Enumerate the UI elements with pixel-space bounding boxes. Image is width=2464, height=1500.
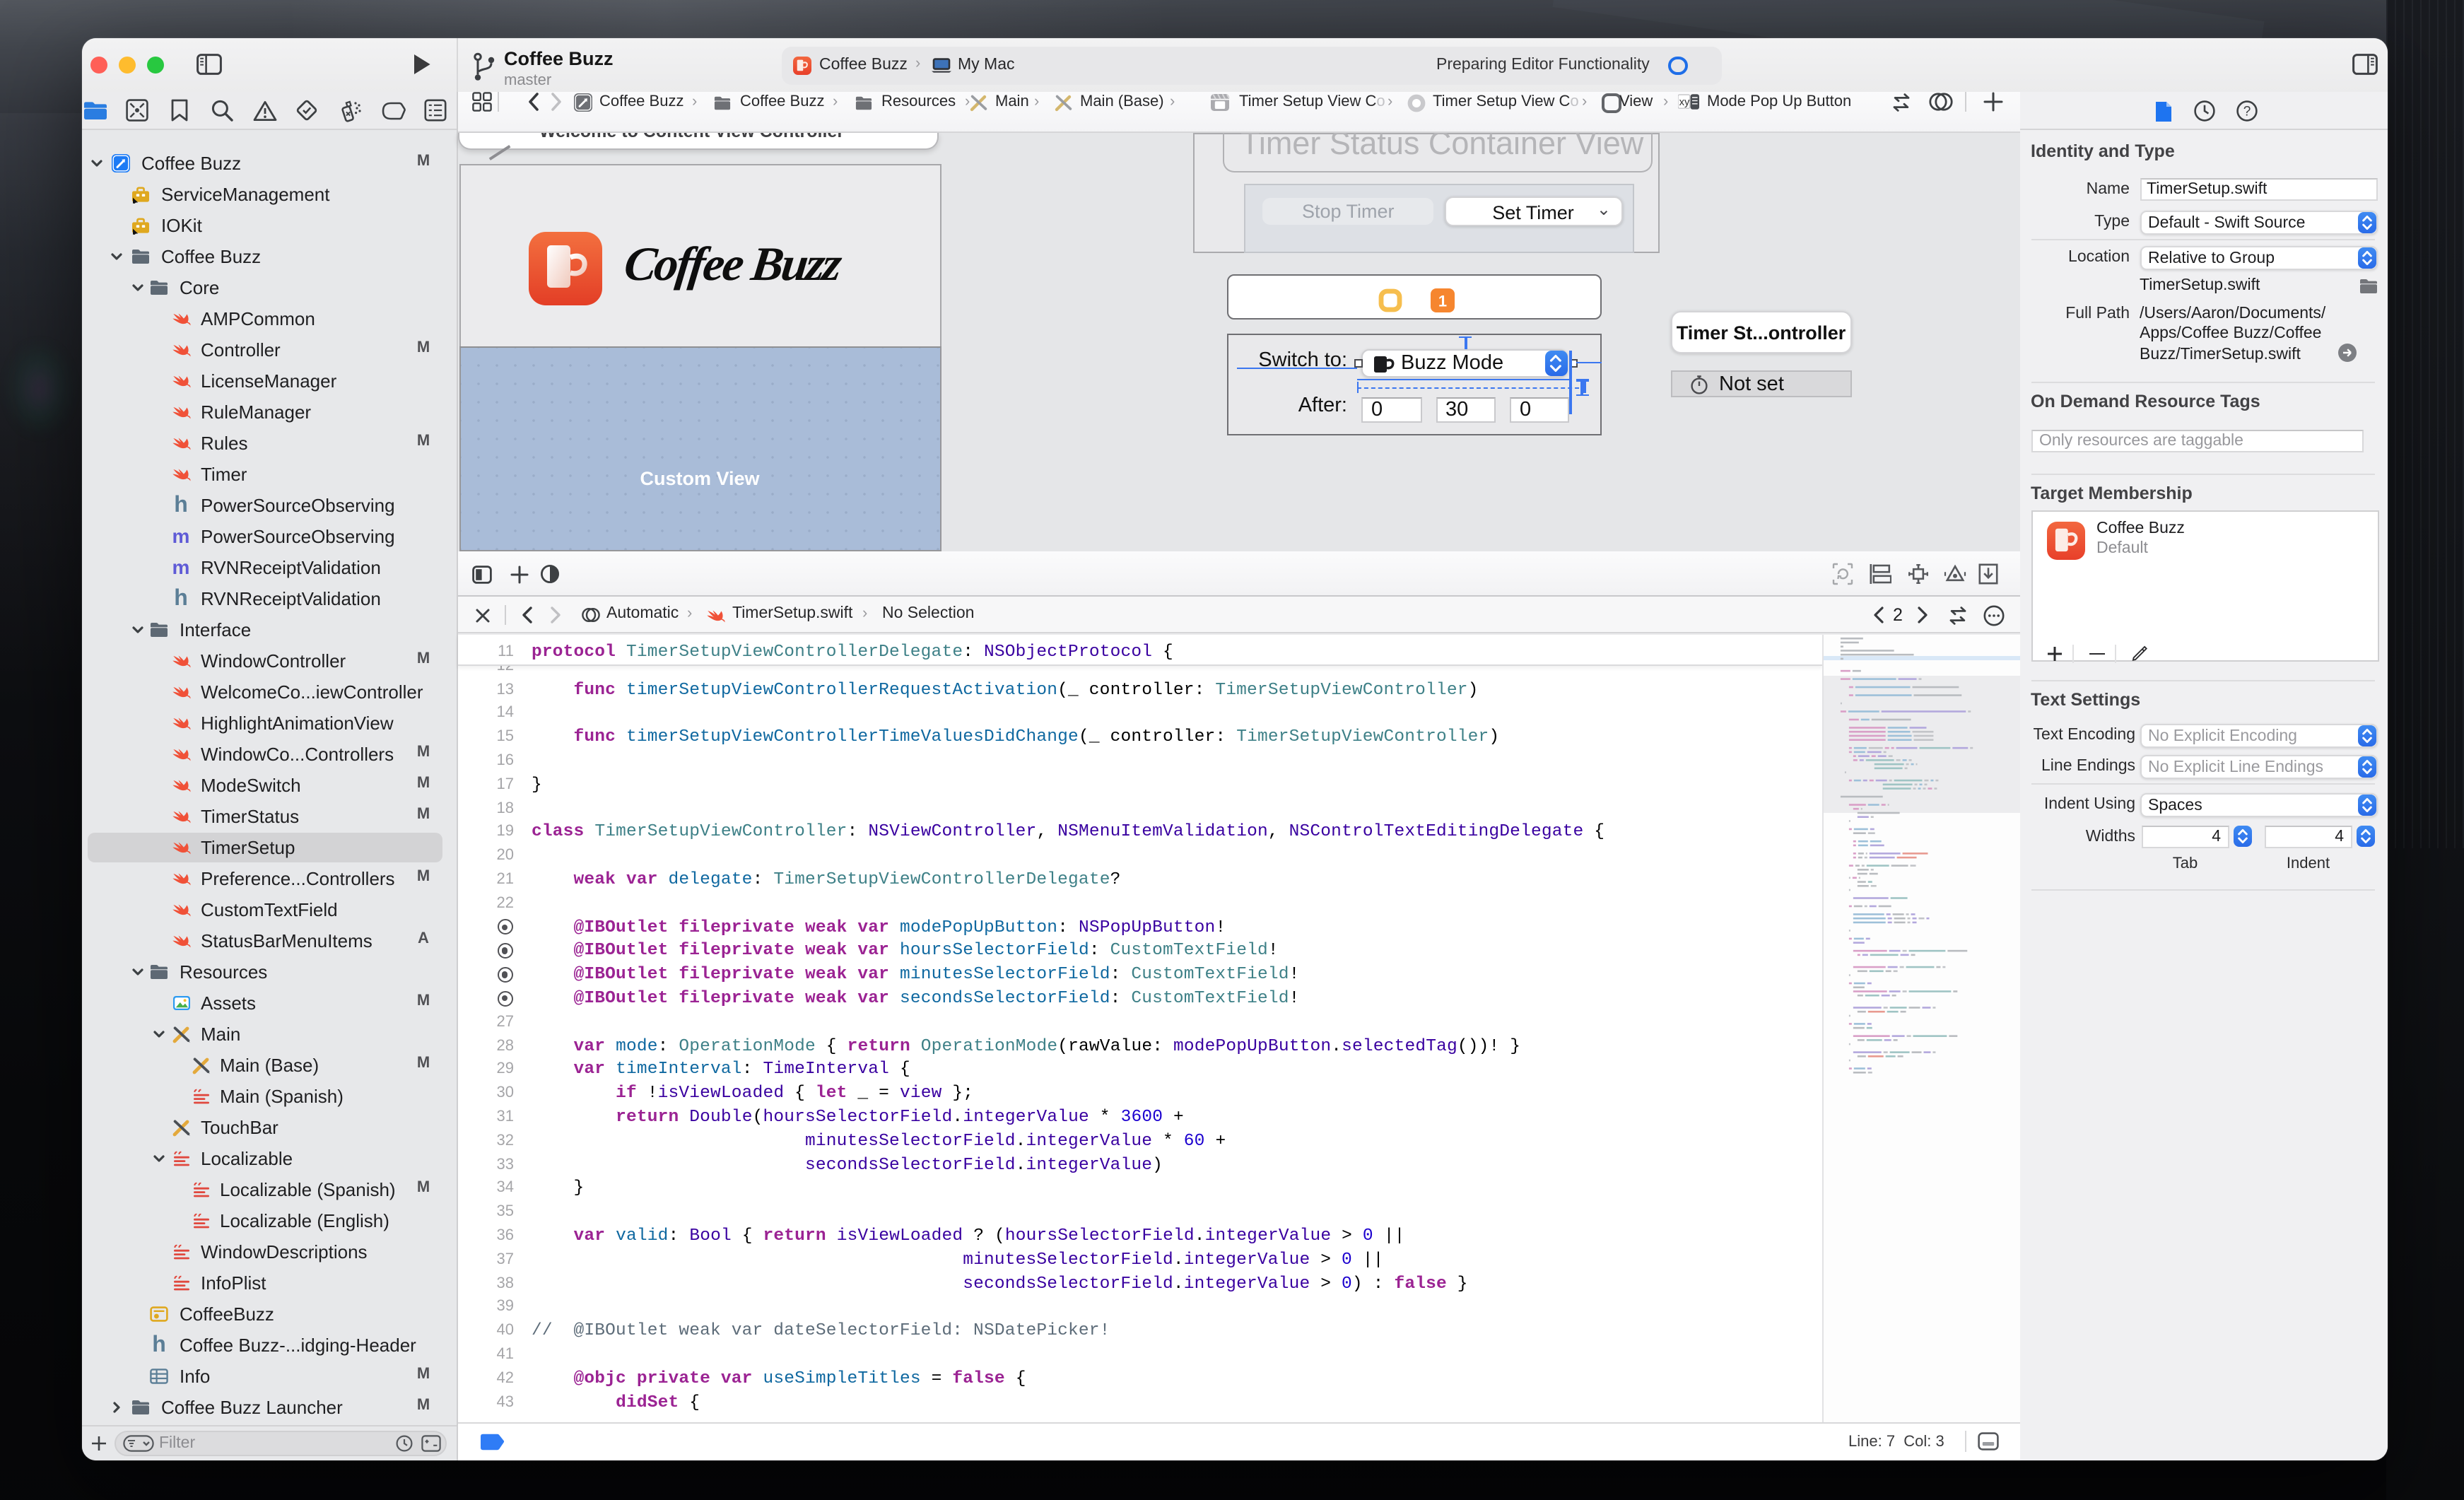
svg-text:1: 1	[1438, 293, 1446, 310]
svg-text:xy: xy	[1679, 97, 1690, 108]
svg-text:?: ?	[2243, 105, 2251, 119]
